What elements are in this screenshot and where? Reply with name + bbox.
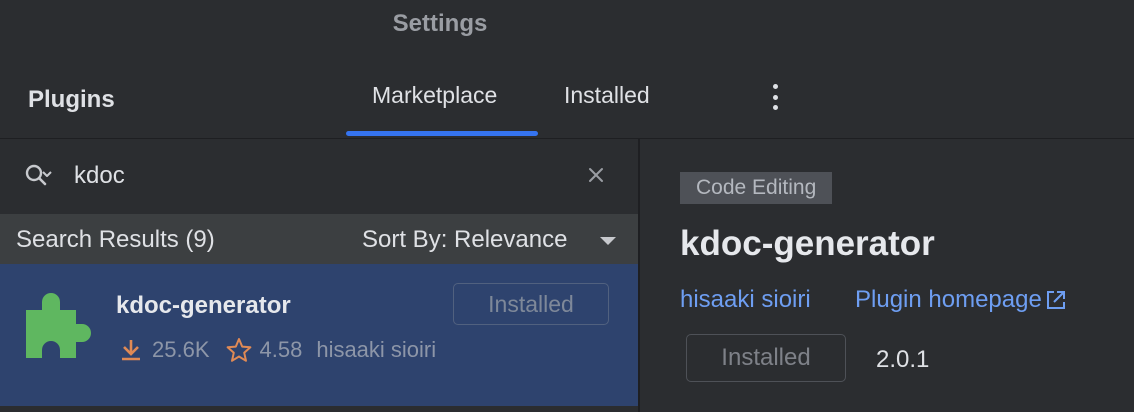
- plugin-downloads: 25.6K: [152, 337, 210, 362]
- star-icon: [226, 338, 251, 362]
- detail-plugin-title: kdoc-generator: [680, 224, 935, 263]
- search-input[interactable]: [72, 155, 556, 197]
- puzzle-piece-icon: [26, 293, 91, 358]
- tab-installed[interactable]: Installed: [564, 82, 650, 109]
- search-bar: [0, 139, 638, 213]
- plugin-version: 2.0.1: [876, 346, 930, 373]
- plugin-homepage-label: Plugin homepage: [855, 286, 1042, 313]
- clear-search-icon[interactable]: [586, 165, 606, 185]
- plugin-name: kdoc-generator: [116, 292, 291, 319]
- download-icon: [122, 340, 140, 361]
- tab-marketplace[interactable]: Marketplace: [372, 82, 497, 109]
- detail-installed-button[interactable]: Installed: [686, 334, 846, 382]
- plugin-author: hisaaki sioiri: [316, 337, 437, 362]
- panel-divider: [638, 139, 640, 412]
- category-badge: Code Editing: [680, 172, 833, 204]
- external-link-icon: [1046, 291, 1065, 309]
- plugin-homepage-link[interactable]: Plugin homepage: [855, 286, 1067, 314]
- plugin-installed-button[interactable]: Installed: [453, 283, 609, 325]
- plugin-list-item[interactable]: kdoc-generator Installed 25.6K 4.58 hisa…: [0, 264, 638, 406]
- active-tab-indicator: [346, 131, 538, 136]
- results-count: Search Results (9): [16, 226, 215, 253]
- plugin-rating: 4.58: [259, 337, 303, 362]
- plugin-meta: 25.6K 4.58 hisaaki sioiri: [120, 336, 436, 364]
- results-header: Search Results (9) Sort By: Relevance: [0, 214, 638, 264]
- plugins-section-label: Plugins: [28, 86, 115, 113]
- chevron-down-icon[interactable]: [600, 237, 616, 245]
- search-icon[interactable]: [24, 163, 52, 191]
- more-options-icon[interactable]: [766, 84, 784, 110]
- sort-dropdown[interactable]: Sort By: Relevance: [362, 226, 567, 254]
- detail-author-link[interactable]: hisaaki sioiri: [680, 286, 811, 314]
- window-title: Settings: [392, 10, 488, 37]
